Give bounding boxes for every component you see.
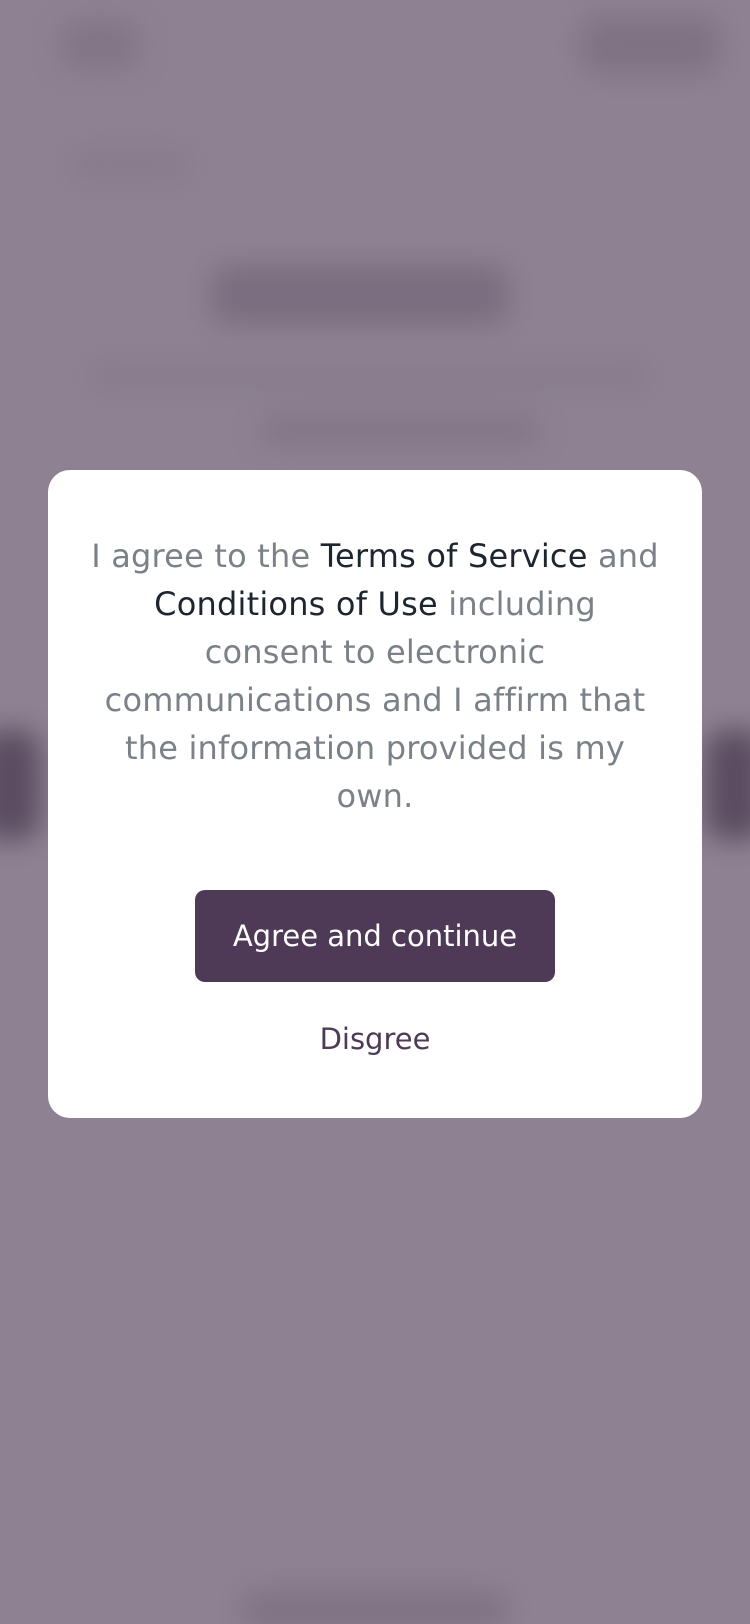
blurred-description-line xyxy=(260,415,540,445)
terms-of-service-link[interactable]: Terms of Service xyxy=(321,537,588,575)
blurred-left-element xyxy=(0,730,40,840)
conditions-of-use-link[interactable]: Conditions of Use xyxy=(154,585,438,623)
consent-text-prefix: I agree to the xyxy=(91,537,321,575)
consent-text-and: and xyxy=(587,537,659,575)
disagree-button[interactable]: Disgree xyxy=(320,1022,431,1056)
blurred-subtext xyxy=(70,150,190,180)
blurred-right-element xyxy=(705,730,750,840)
consent-dialog: I agree to the Terms of Service and Cond… xyxy=(48,470,702,1118)
blurred-description-line xyxy=(90,365,650,387)
blurred-back-icon xyxy=(60,20,140,70)
blurred-header-action xyxy=(580,15,720,75)
agree-and-continue-button[interactable]: Agree and continue xyxy=(195,890,555,982)
blurred-page-title xyxy=(210,265,510,325)
consent-message: I agree to the Terms of Service and Cond… xyxy=(88,532,662,820)
blurred-bottom-bar xyxy=(240,1590,510,1624)
